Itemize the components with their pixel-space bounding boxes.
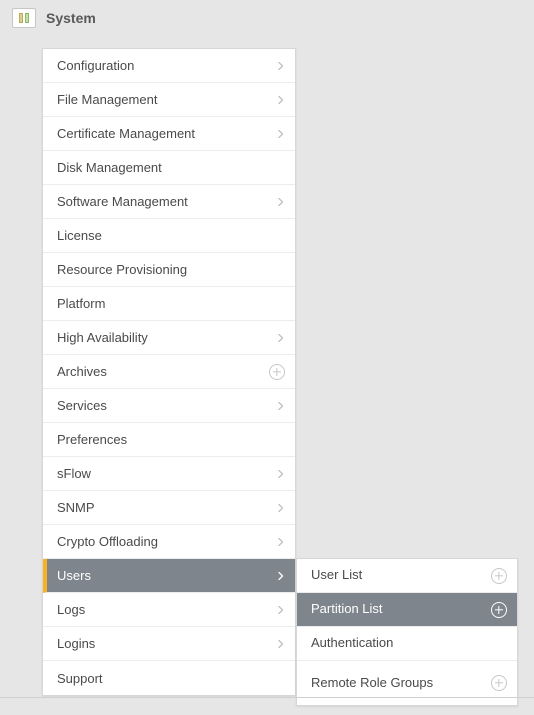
submenu-item-authentication[interactable]: Authentication [297,627,517,661]
menu-item-file-management[interactable]: File Management [43,83,295,117]
menu-item-archives[interactable]: Archives [43,355,295,389]
menu-item-label: Crypto Offloading [57,534,277,549]
menu-item-license[interactable]: License [43,219,295,253]
menu-item-label: Logins [57,636,277,651]
menu-item-label: Archives [57,364,269,379]
menu-item-label: Users [57,568,277,583]
menu-item-crypto-offloading[interactable]: Crypto Offloading [43,525,295,559]
submenu-item-label: Authentication [311,636,507,651]
chevron-right-icon [277,504,285,512]
chevron-right-icon [277,62,285,70]
chevron-right-icon [277,640,285,648]
menu-item-configuration[interactable]: Configuration [43,49,295,83]
system-icon [12,8,36,28]
chevron-right-icon [277,402,285,410]
menu-item-resource-provisioning[interactable]: Resource Provisioning [43,253,295,287]
system-icon-part [25,13,29,23]
menu-item-users[interactable]: Users [43,559,295,593]
menu-item-certificate-management[interactable]: Certificate Management [43,117,295,151]
chevron-right-icon [277,96,285,104]
submenu-item-label: Remote Role Groups [311,676,491,691]
chevron-right-icon [277,538,285,546]
submenu-item-remote-role-groups[interactable]: Remote Role Groups [297,661,517,705]
add-icon[interactable] [491,568,507,584]
chevron-right-icon [277,572,285,580]
chevron-right-icon [277,470,285,478]
menu-item-support[interactable]: Support [43,661,295,695]
submenu-item-user-list[interactable]: User List [297,559,517,593]
menu-item-label: Configuration [57,58,277,73]
menu-item-logins[interactable]: Logins [43,627,295,661]
submenu-item-label: User List [311,568,491,583]
chevron-right-icon [277,198,285,206]
menu-item-platform[interactable]: Platform [43,287,295,321]
submenu-item-label: Partition List [311,602,491,617]
menu-item-label: Disk Management [57,160,285,175]
menu-item-label: License [57,228,285,243]
submenu-item-partition-list[interactable]: Partition List [297,593,517,627]
menu-item-snmp[interactable]: SNMP [43,491,295,525]
chevron-right-icon [277,334,285,342]
add-icon[interactable] [269,364,285,380]
menu-item-label: Preferences [57,432,285,447]
menu-item-label: SNMP [57,500,277,515]
menu-item-label: Software Management [57,194,277,209]
system-menu-panel: Configuration File Management Certificat… [42,48,296,696]
menu-item-preferences[interactable]: Preferences [43,423,295,457]
menu-item-software-management[interactable]: Software Management [43,185,295,219]
menu-item-label: Resource Provisioning [57,262,285,277]
menu-item-label: High Availability [57,330,277,345]
menu-item-logs[interactable]: Logs [43,593,295,627]
menu-item-label: sFlow [57,466,277,481]
menu-item-label: Services [57,398,277,413]
menu-item-sflow[interactable]: sFlow [43,457,295,491]
system-title: System [46,10,96,26]
add-icon[interactable] [491,602,507,618]
menu-item-label: Logs [57,602,277,617]
add-icon[interactable] [491,675,507,691]
chevron-right-icon [277,130,285,138]
menu-item-label: Support [57,671,285,686]
system-header: System [0,0,534,38]
menu-item-disk-management[interactable]: Disk Management [43,151,295,185]
menu-item-label: Platform [57,296,285,311]
menu-item-services[interactable]: Services [43,389,295,423]
system-icon-part [19,13,23,23]
page-root: System Configuration File Management Cer… [0,0,534,715]
bottom-divider [0,697,534,698]
chevron-right-icon [277,606,285,614]
users-submenu-panel: User List Partition List Authentication Rem… [296,558,518,706]
menu-item-label: File Management [57,92,277,107]
menu-item-high-availability[interactable]: High Availability [43,321,295,355]
menu-item-label: Certificate Management [57,126,277,141]
